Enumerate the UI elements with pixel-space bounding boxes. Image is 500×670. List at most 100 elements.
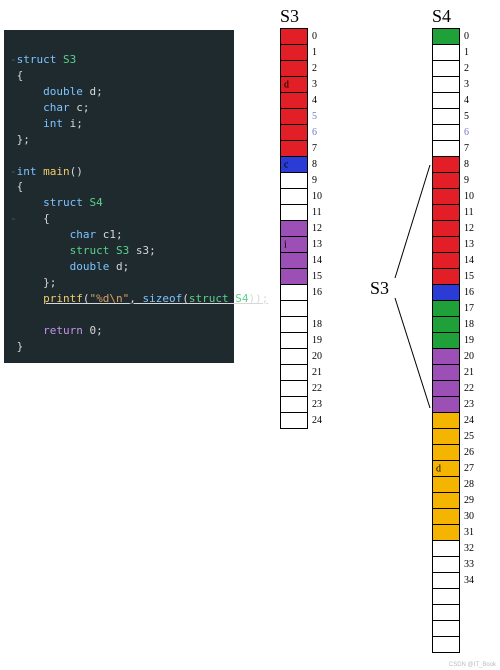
mem-byte: [432, 268, 460, 285]
byte-index-label: 10: [464, 191, 474, 202]
mem-byte: [432, 396, 460, 413]
mem-byte: [432, 76, 460, 93]
byte-index-label: 19: [464, 335, 474, 346]
kw-struct: struct: [17, 53, 57, 66]
byte-index-label: 10: [312, 191, 322, 202]
mem-byte: [432, 604, 460, 621]
mem-byte: [432, 620, 460, 637]
s3-callout-label: S3: [370, 278, 389, 299]
s4-title: S4: [432, 6, 451, 27]
mem-byte: [280, 316, 308, 333]
fn-main: main: [43, 165, 70, 178]
byte-field-label: d: [436, 463, 441, 474]
mem-byte: [432, 124, 460, 141]
byte-field-label: i: [284, 239, 287, 250]
mem-byte: [280, 364, 308, 381]
byte-index-label: 4: [464, 95, 469, 106]
mem-byte: [280, 412, 308, 429]
byte-index-label: 7: [312, 143, 317, 154]
mem-byte: [432, 284, 460, 301]
byte-index-label: 4: [312, 95, 317, 106]
watermark: CSDN @IT_Book: [449, 662, 496, 668]
mem-byte: [432, 204, 460, 221]
type-s4: S4: [90, 196, 103, 209]
mem-byte: [280, 300, 308, 317]
byte-index-label: 16: [312, 287, 322, 298]
mem-byte: [280, 204, 308, 221]
mem-byte: [280, 44, 308, 61]
mem-byte: [432, 588, 460, 605]
byte-index-label: 28: [464, 479, 474, 490]
byte-index-label: 6: [312, 127, 317, 138]
byte-index-label: 1: [312, 47, 317, 58]
mem-byte: [280, 172, 308, 189]
mem-byte: [280, 220, 308, 237]
mem-byte: [280, 124, 308, 141]
byte-index-label: 18: [464, 319, 474, 330]
s3-memory-strip: d c i: [280, 28, 308, 429]
byte-index-label: 8: [312, 159, 317, 170]
mem-byte: [432, 60, 460, 77]
mem-byte: [280, 252, 308, 269]
byte-index-label: 12: [312, 223, 322, 234]
mem-byte: [432, 220, 460, 237]
mem-byte: i: [280, 236, 308, 253]
mem-byte: [432, 156, 460, 173]
byte-index-label: 7: [464, 143, 469, 154]
mem-byte: [432, 636, 460, 653]
mem-byte: [432, 444, 460, 461]
byte-index-label: 22: [464, 383, 474, 394]
byte-index-label: 25: [464, 431, 474, 442]
mem-byte: [280, 108, 308, 125]
byte-index-label: 16: [464, 287, 474, 298]
mem-byte: c: [280, 156, 308, 173]
byte-index-label: 3: [464, 79, 469, 90]
byte-index-label: 9: [312, 175, 317, 186]
byte-index-label: 18: [312, 319, 322, 330]
mem-byte: [432, 540, 460, 557]
mem-byte: [432, 428, 460, 445]
mem-byte: [280, 348, 308, 365]
mem-byte: [280, 60, 308, 77]
byte-index-label: 0: [464, 31, 469, 42]
byte-index-label: 30: [464, 511, 474, 522]
byte-index-label: 6: [464, 127, 469, 138]
byte-index-label: 1: [464, 47, 469, 58]
byte-index-label: 29: [464, 495, 474, 506]
mem-byte: [432, 236, 460, 253]
mem-byte: [432, 556, 460, 573]
mem-byte: [432, 492, 460, 509]
byte-index-label: 2: [464, 63, 469, 74]
mem-byte: [432, 300, 460, 317]
mem-byte: [432, 252, 460, 269]
byte-index-label: 32: [464, 543, 474, 554]
byte-index-label: 22: [312, 383, 322, 394]
byte-index-label: 13: [464, 239, 474, 250]
byte-index-label: 17: [464, 303, 474, 314]
mem-byte: [432, 44, 460, 61]
byte-index-label: 31: [464, 527, 474, 538]
byte-index-label: 20: [312, 351, 322, 362]
mem-byte: [280, 332, 308, 349]
mem-byte: [432, 332, 460, 349]
byte-index-label: 23: [464, 399, 474, 410]
mem-byte: [280, 268, 308, 285]
mem-byte: [432, 28, 460, 45]
mem-byte: [280, 284, 308, 301]
byte-index-label: 19: [312, 335, 322, 346]
mem-byte: [432, 188, 460, 205]
mem-byte: [432, 524, 460, 541]
byte-index-label: 27: [464, 463, 474, 474]
type-s3: S3: [63, 53, 76, 66]
mem-byte: [432, 572, 460, 589]
byte-index-label: 26: [464, 447, 474, 458]
code-panel: -struct S3 { double d; char c; int i; };…: [4, 30, 234, 363]
byte-index-label: 24: [312, 415, 322, 426]
mem-byte: d: [432, 460, 460, 477]
mem-byte: [280, 28, 308, 45]
byte-index-label: 33: [464, 559, 474, 570]
byte-field-label: d: [284, 79, 289, 90]
mem-byte: [280, 92, 308, 109]
mem-byte: [432, 380, 460, 397]
byte-index-label: 15: [312, 271, 322, 282]
